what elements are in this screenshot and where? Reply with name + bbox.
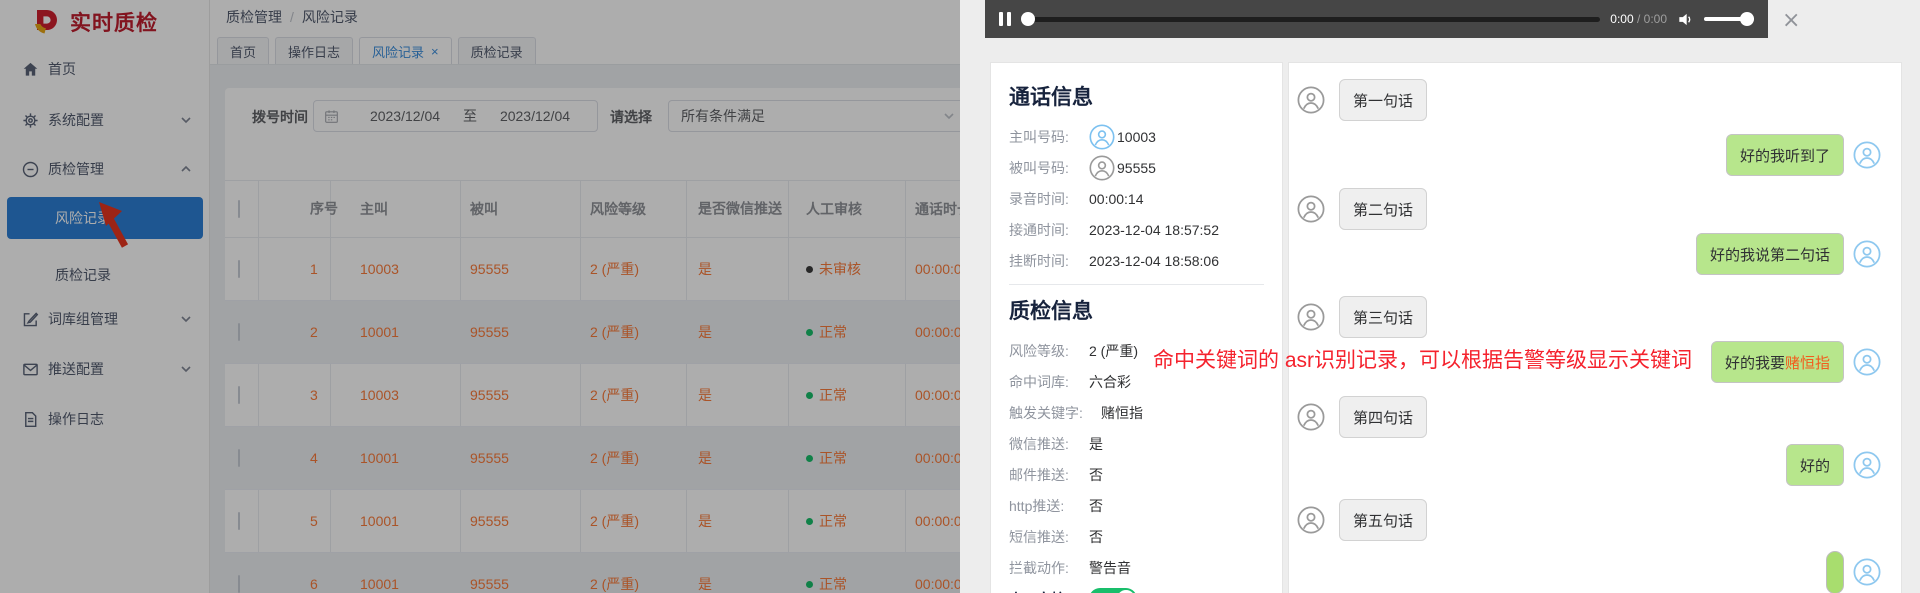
field-value: 2 (严重) [1089,341,1138,361]
chat-text: 第一句话 [1353,90,1413,111]
http-push-row: http推送: 否 [1009,490,1264,521]
divider [1009,284,1264,285]
close-icon[interactable]: × [1782,10,1800,32]
field-value: 00:00:14 [1089,191,1144,207]
field-label: 人工审核: [1009,589,1089,593]
agent-avatar-icon [1297,303,1325,331]
chat-bubble: 第五句话 [1339,499,1427,541]
caller-row: 主叫号码: 10003 [1009,121,1264,152]
field-value: 六合彩 [1089,372,1131,392]
chat-text: 第二句话 [1353,199,1413,220]
agent-avatar-icon [1297,195,1325,223]
call-info-title: 通话信息 [1009,81,1264,111]
field-label: 短信推送: [1009,527,1089,547]
hangup-time-row: 挂断时间: 2023-12-04 18:58:06 [1009,245,1264,276]
chat-bubble: 第三句话 [1339,296,1427,338]
chat-bubble: 好的我说第二句话 [1696,233,1844,275]
chat-text: 第四句话 [1353,407,1413,428]
field-label: 挂断时间: [1009,251,1089,271]
seek-knob[interactable] [1021,12,1035,26]
field-label: 触发关键字: [1009,403,1101,423]
chat-bubble: 第二句话 [1339,188,1427,230]
volume-knob[interactable] [1740,12,1754,26]
pause-button[interactable] [999,12,1011,26]
field-value: 是 [1089,434,1103,454]
chat-bubble: 好的我听到了 [1726,134,1844,176]
risk-record-page: 实时质检 首页 系统配置 质检管理 风险记录 质检记录 词库组管理 [0,0,1920,593]
audio-player: 0:00 / 0:00 [985,0,1768,38]
keyword-highlight: 赌恒指 [1785,352,1830,373]
asr-transcript-card: 第一句话 好的我听到了 第二句话 好的我说第二句话 第三句话 好的我要赌恒指 [1288,62,1902,593]
field-value: 95555 [1117,160,1156,176]
chat-bubble: 好的 [1786,444,1844,486]
modal-mask[interactable] [0,0,960,593]
field-value: 2023-12-04 18:58:06 [1089,253,1219,269]
chat-text: 好的 [1800,455,1830,476]
time-total: 0:00 [1644,12,1667,26]
field-label: 录音时间: [1009,189,1089,209]
annotation-keyword-note: 命中关键词的 asr识别记录，可以根据告警等级显示关键词 [1153,344,1692,374]
field-value: 否 [1089,496,1103,516]
seek-slider[interactable] [1021,12,1600,26]
field-label: 主叫号码: [1009,127,1089,147]
callee-row: 被叫号码: 95555 [1009,152,1264,183]
field-label: 拦截动作: [1009,558,1089,578]
record-time-row: 录音时间: 00:00:14 [1009,183,1264,214]
customer-avatar-icon [1853,141,1881,169]
chat-text: 好的我说第二句话 [1710,244,1830,265]
callee-avatar-icon [1089,155,1115,181]
field-value: 10003 [1117,129,1156,145]
sms-push-row: 短信推送: 否 [1009,521,1264,552]
chat-bubble-partial [1826,551,1844,593]
chat-text: 第三句话 [1353,307,1413,328]
agent-avatar-icon [1297,86,1325,114]
agent-avatar-icon [1297,403,1325,431]
call-info-card: 通话信息 主叫号码: 10003 被叫号码: 95555 录音时间: 00:00… [990,62,1283,593]
field-value: 警告音 [1089,558,1131,578]
time-display: 0:00 / 0:00 [1610,12,1667,26]
field-label: 命中词库: [1009,372,1089,392]
chat-text: 第五句话 [1353,510,1413,531]
field-label: 被叫号码: [1009,158,1089,178]
field-label: 微信推送: [1009,434,1089,454]
toggle-knob [1117,590,1135,593]
wechat-push-row: 微信推送: 是 [1009,428,1264,459]
qc-info-title: 质检信息 [1009,295,1264,325]
field-value: 否 [1089,465,1103,485]
trigger-keyword-row: 触发关键字: 赌恒指 [1009,397,1264,428]
field-label: http推送: [1009,496,1089,516]
connect-time-row: 接通时间: 2023-12-04 18:57:52 [1009,214,1264,245]
intercept-action-row: 拦截动作: 警告音 [1009,552,1264,583]
customer-avatar-icon [1853,240,1881,268]
field-label: 邮件推送: [1009,465,1089,485]
time-current: 0:00 [1610,12,1633,26]
chat-bubble: 第一句话 [1339,79,1427,121]
customer-avatar-icon [1853,558,1881,586]
field-value: 2023-12-04 18:57:52 [1089,222,1219,238]
caller-avatar-icon [1089,124,1115,150]
manual-review-row: 人工审核: 正常 [1009,583,1264,593]
speaker-icon[interactable] [1677,11,1694,28]
customer-avatar-icon [1853,451,1881,479]
chat-text: 好的我要 [1725,352,1785,373]
seek-track [1021,17,1600,22]
field-label: 风险等级: [1009,341,1089,361]
volume-slider[interactable] [1704,12,1754,26]
time-separator: / [1634,12,1644,26]
chat-text: 好的我听到了 [1740,145,1830,166]
chat-bubble-keyword-hit: 好的我要赌恒指 [1711,341,1844,383]
agent-avatar-icon [1297,506,1325,534]
field-value: 赌恒指 [1101,403,1143,423]
chat-bubble: 第四句话 [1339,396,1427,438]
field-value: 否 [1089,527,1103,547]
mail-push-row: 邮件推送: 否 [1009,459,1264,490]
review-toggle[interactable]: 正常 [1089,588,1137,593]
field-label: 接通时间: [1009,220,1089,240]
detail-drawer: 0:00 / 0:00 × 通话信息 主叫号码: 10003 被叫号码: 955… [960,0,1920,593]
customer-avatar-icon [1853,348,1881,376]
